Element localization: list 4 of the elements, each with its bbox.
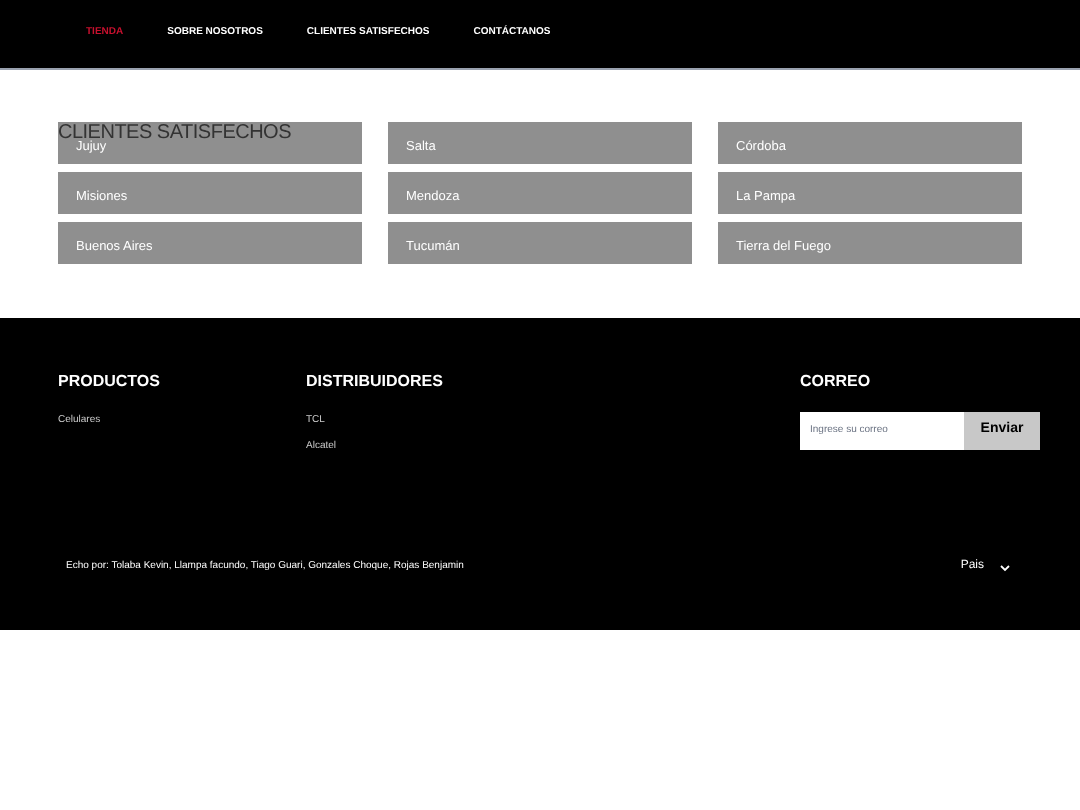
newsletter-heading: CORREO	[800, 370, 873, 394]
footer-heading: PRODUCTOS	[58, 370, 162, 394]
chevron-down-icon	[1000, 563, 1010, 571]
footer-heading: DISTRIBUIDORES	[306, 370, 445, 394]
